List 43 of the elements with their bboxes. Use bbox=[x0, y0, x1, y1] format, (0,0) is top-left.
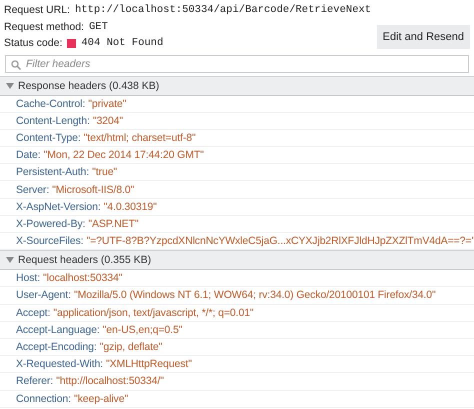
header-name: Accept-Language: bbox=[16, 324, 100, 336]
header-name: Content-Type: bbox=[16, 132, 81, 144]
header-value: "4.0.30319" bbox=[104, 200, 157, 213]
section-header[interactable]: Response headers (0.438 KB) bbox=[0, 76, 474, 96]
edit-and-resend-button[interactable]: Edit and Resend bbox=[376, 24, 470, 48]
filter-field[interactable]: Filter headers bbox=[5, 54, 469, 72]
summary-label: Status code: bbox=[4, 37, 62, 50]
header-value: "application/json, text/javascript, */*; q=0.01" bbox=[53, 306, 254, 319]
header-value: "en-US,en;q=0.5" bbox=[102, 324, 182, 336]
header-name: Connection: bbox=[16, 392, 71, 405]
header-name: X-AspNet-Version: bbox=[16, 200, 101, 213]
header-value: "3204" bbox=[92, 114, 124, 127]
header-name: User-Agent: bbox=[16, 289, 71, 302]
header-name: X-Requested-With: bbox=[16, 358, 104, 370]
header-name: Accept: bbox=[16, 306, 50, 319]
header-name: Persistent-Auth: bbox=[16, 166, 90, 178]
header-name: Cache-Control: bbox=[16, 98, 86, 110]
header-value: "XMLHttpRequest" bbox=[106, 358, 192, 370]
summary-label: Request method: bbox=[4, 20, 84, 33]
header-value: "text/html; charset=utf-8" bbox=[84, 132, 196, 144]
header-name: Accept-Encoding: bbox=[16, 341, 97, 354]
header-value: "http://localhost:50334/" bbox=[56, 375, 164, 388]
summary-value: GET bbox=[88, 20, 108, 33]
header-name: Content-Length: bbox=[16, 114, 90, 127]
header-value: "Mozilla/5.0 (Windows NT 6.1; WOW64; rv:34.0) Gecko/20100101 Firefox/34.0" bbox=[74, 289, 436, 302]
header-value: "true" bbox=[92, 166, 118, 178]
header-name: Date: bbox=[16, 149, 41, 162]
summary-label: Request URL: bbox=[4, 4, 70, 16]
header-value: "private" bbox=[88, 98, 126, 110]
header-name: X-SourceFiles: bbox=[16, 235, 84, 248]
header-value: "localhost:50334" bbox=[43, 272, 122, 284]
header-name: Server: bbox=[16, 184, 50, 196]
header-value: "Mon, 22 Dec 2014 17:44:20 GMT" bbox=[44, 149, 204, 162]
header-value: "keep-alive" bbox=[74, 392, 128, 405]
header-value: "gzip, deflate" bbox=[100, 341, 162, 354]
header-name: Host: bbox=[16, 272, 40, 284]
header-value: "ASP.NET" bbox=[88, 218, 138, 230]
section-header[interactable]: Request headers (0.355 KB) bbox=[0, 250, 474, 270]
summary-value: http://localhost:50334/api/Barcode/RetrieveNext bbox=[74, 4, 372, 16]
header-name: X-Powered-By: bbox=[16, 218, 86, 230]
header-value: "Microsoft-IIS/8.0" bbox=[52, 184, 134, 196]
header-name: Referer: bbox=[16, 375, 54, 388]
summary-value: 404 Not Found bbox=[81, 37, 164, 50]
